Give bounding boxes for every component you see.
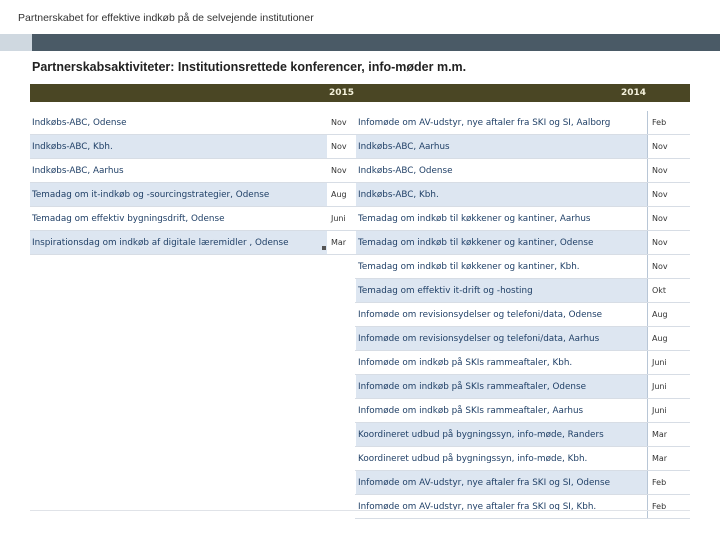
activity-name: Infomøde om AV-udstyr, nye aftaler fra S… — [356, 111, 648, 134]
table-row[interactable]: Infomøde om revisionsydelser og telefoni… — [355, 327, 690, 351]
activity-name: Koordineret udbud på bygningssyn, info-m… — [356, 447, 648, 470]
activity-name: Infomøde om AV-udstyr, nye aftaler fra S… — [356, 495, 648, 518]
selection-handle[interactable] — [322, 246, 326, 250]
activity-name: Temadag om indkøb til køkkener og kantin… — [356, 207, 648, 230]
activity-month: Aug — [331, 190, 347, 199]
activity-name: Temadag om indkøb til køkkener og kantin… — [356, 255, 648, 278]
activity-month: Nov — [331, 166, 347, 175]
activity-month: Nov — [652, 166, 668, 175]
activity-name: Indkøbs-ABC, Kbh. — [356, 183, 648, 206]
table-row[interactable]: Indkøbs-ABC, Aarhus Nov — [30, 159, 355, 183]
activity-name: Temadag om it-indkøb og -sourcingstrateg… — [30, 183, 327, 206]
activity-name: Temadag om effektiv bygningsdrift, Odens… — [32, 213, 225, 224]
activity-month: Juni — [652, 382, 667, 391]
activity-month: Feb — [652, 502, 667, 511]
table-row[interactable]: Indkøbs-ABC, Kbh. Nov — [30, 135, 355, 159]
slide-title: Partnerskabsaktiviteter: Institutionsret… — [32, 60, 467, 74]
activity-name: Koordineret udbud på bygningssyn, info-m… — [356, 423, 648, 446]
year-header-left: 2015 — [30, 84, 354, 102]
activity-month: Okt — [652, 286, 667, 295]
column-2015: Indkøbs-ABC, Odense Nov Indkøbs-ABC, Kbh. N… — [30, 111, 355, 255]
activity-month: Nov — [331, 142, 347, 151]
activity-name: Inspirationsdag om indkøb af digitale læ… — [30, 231, 327, 254]
activity-month: Nov — [652, 262, 668, 271]
table-row[interactable]: Temadag om effektiv bygningsdrift, Odens… — [30, 207, 355, 231]
year-left-label: 2015 — [328, 88, 354, 98]
activity-name: Temadag om indkøb til køkkener og kantin… — [356, 231, 648, 254]
year-right-label: 2014 — [620, 88, 646, 98]
activity-name: Indkøbs-ABC, Aarhus — [32, 165, 124, 176]
year-header-right: 2014 — [354, 84, 690, 102]
table-row[interactable]: Indkøbs-ABC, Odense Nov — [30, 111, 355, 135]
activity-month: Juni — [331, 214, 346, 223]
table-row[interactable]: Infomøde om revisionsydelser og telefoni… — [355, 303, 690, 327]
activity-name: Temadag om effektiv it-drift og -hosting — [356, 279, 648, 302]
activity-name: Infomøde om revisionsydelser og telefoni… — [356, 327, 648, 350]
table-row[interactable]: Temadag om indkøb til køkkener og kantin… — [355, 231, 690, 255]
activity-name: Indkøbs-ABC, Kbh. — [30, 135, 327, 158]
activity-name: Indkøbs-ABC, Aarhus — [356, 135, 648, 158]
table-row[interactable]: Indkøbs-ABC, Aarhus Nov — [355, 135, 690, 159]
table-row[interactable]: Temadag om indkøb til køkkener og kantin… — [355, 207, 690, 231]
header-band-accent — [0, 34, 32, 51]
activity-name: Infomøde om revisionsydelser og telefoni… — [356, 303, 648, 326]
header-band — [32, 34, 720, 51]
table-row[interactable]: Infomøde om AV-udstyr, nye aftaler fra S… — [355, 495, 690, 519]
table-row[interactable]: Indkøbs-ABC, Odense Nov — [355, 159, 690, 183]
table-row[interactable]: Temadag om effektiv it-drift og -hosting… — [355, 279, 690, 303]
activity-name: Infomøde om indkøb på SKIs rammeaftaler,… — [356, 351, 648, 374]
table-row[interactable]: Infomøde om AV-udstyr, nye aftaler fra S… — [355, 471, 690, 495]
activity-month: Juni — [652, 406, 667, 415]
activity-name: Infomøde om AV-udstyr, nye aftaler fra S… — [356, 471, 648, 494]
activity-name: Indkøbs-ABC, Odense — [356, 159, 648, 182]
activity-month: Nov — [652, 238, 668, 247]
activity-month: Mar — [652, 430, 668, 439]
activity-name: Indkøbs-ABC, Odense — [32, 117, 127, 128]
activities-table: 2015 2014 Indkøbs-ABC, Odense Nov Indkøbs-… — [30, 84, 690, 519]
table-row[interactable]: Koordineret udbud på bygningssyn, info-m… — [355, 447, 690, 471]
table-row[interactable]: Infomøde om indkøb på SKIs rammeaftaler,… — [355, 375, 690, 399]
activity-month: Feb — [652, 478, 667, 487]
activity-month: Aug — [652, 310, 668, 319]
activity-month: Juni — [652, 358, 667, 367]
activity-month: Nov — [652, 142, 668, 151]
activity-name: Infomøde om indkøb på SKIs rammeaftaler,… — [356, 399, 648, 422]
activity-month: Nov — [652, 190, 668, 199]
table-row[interactable]: Infomøde om indkøb på SKIs rammeaftaler,… — [355, 399, 690, 423]
table-row[interactable]: Infomøde om AV-udstyr, nye aftaler fra S… — [355, 111, 690, 135]
table-row[interactable]: Indkøbs-ABC, Kbh. Nov — [355, 183, 690, 207]
column-2014: Infomøde om AV-udstyr, nye aftaler fra S… — [355, 111, 690, 519]
header-subtitle: Partnerskabet for effektive indkøb på de… — [18, 12, 314, 24]
table-row[interactable]: Koordineret udbud på bygningssyn, info-m… — [355, 423, 690, 447]
activity-name: Infomøde om indkøb på SKIs rammeaftaler,… — [356, 375, 648, 398]
table-row[interactable]: Inspirationsdag om indkøb af digitale læ… — [30, 231, 355, 255]
activity-month: Nov — [331, 118, 347, 127]
activity-month: Nov — [652, 214, 668, 223]
table-row[interactable]: Temadag om it-indkøb og -sourcingstrateg… — [30, 183, 355, 207]
table-bottom-border — [30, 510, 690, 511]
table-row[interactable]: Temadag om indkøb til køkkener og kantin… — [355, 255, 690, 279]
activity-month: Feb — [652, 118, 667, 127]
activity-month: Mar — [652, 454, 668, 463]
table-row[interactable]: Infomøde om indkøb på SKIs rammeaftaler,… — [355, 351, 690, 375]
activity-month: Aug — [652, 334, 668, 343]
activity-month: Mar — [331, 238, 347, 247]
